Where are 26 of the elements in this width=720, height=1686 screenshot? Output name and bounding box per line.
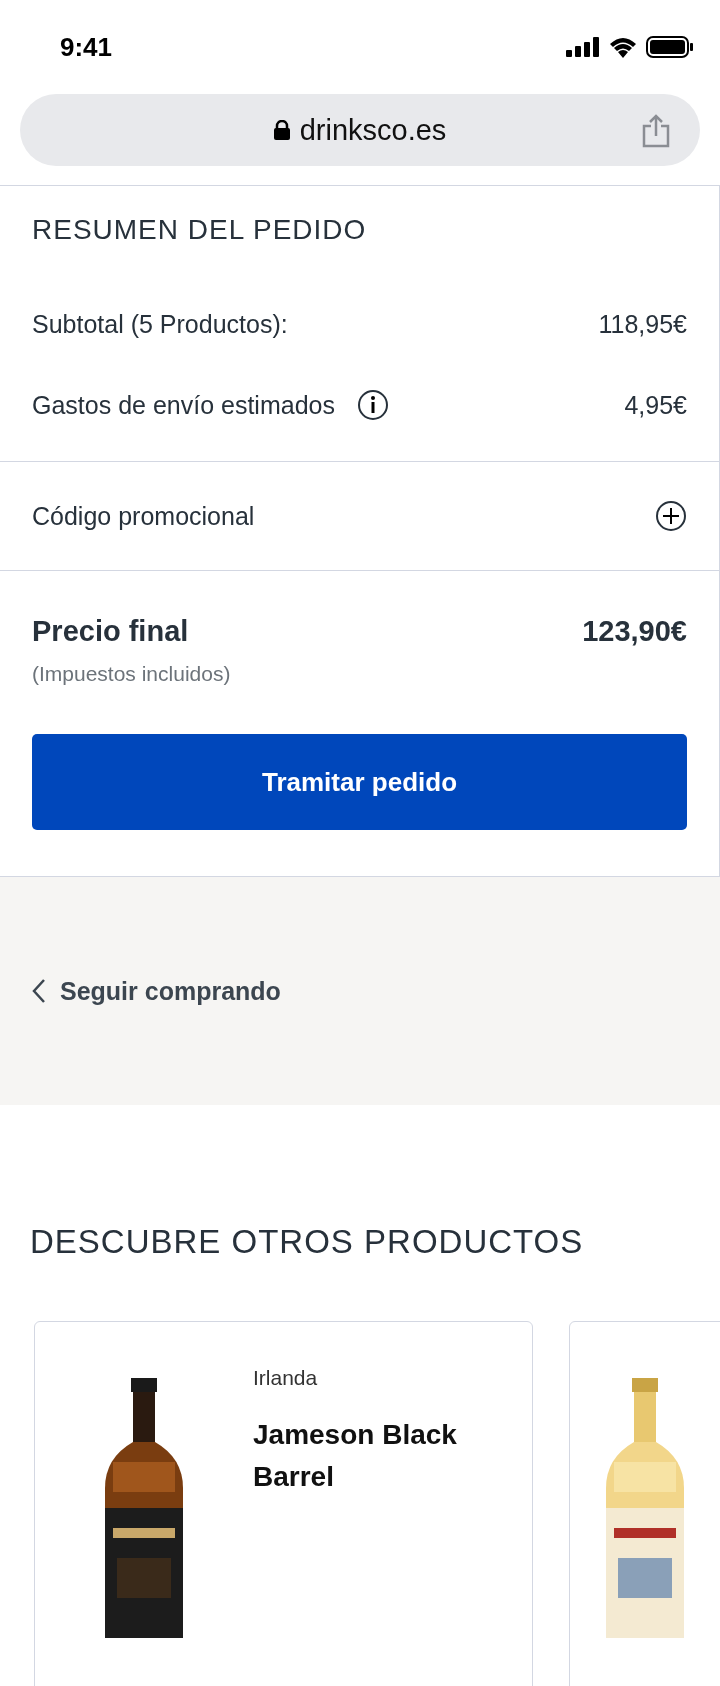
share-icon[interactable] <box>642 114 670 148</box>
url-text: drinksco.es <box>299 113 447 147</box>
status-time: 9:41 <box>60 31 113 63</box>
continue-shopping-link[interactable]: Seguir comprando <box>32 976 281 1006</box>
summary-label: Subtotal (5 Productos): <box>32 310 288 339</box>
product-name: Jameson Black Barrel <box>253 1418 458 1494</box>
summary-value: 118,95€ <box>598 310 687 339</box>
address-bar[interactable]: drinksco.es <box>20 94 700 166</box>
wifi-icon <box>608 36 638 58</box>
total-value: 123,90€ <box>582 615 687 648</box>
signal-icon <box>566 37 600 57</box>
plus-icon[interactable] <box>655 500 687 532</box>
checkout-button[interactable]: Tramitar pedido <box>32 734 687 830</box>
section-title: DESCUBRE OTROS PRODUCTOS <box>30 1223 585 1261</box>
summary-value: 4,95€ <box>624 390 687 420</box>
lock-icon <box>273 120 290 140</box>
summary-label: Gastos de envío estimados <box>32 390 335 420</box>
promo-label: Código promocional <box>32 501 255 531</box>
total-label: Precio final <box>32 615 189 648</box>
summary-title: RESUMEN DEL PEDIDO <box>32 214 368 246</box>
tax-note: (Impuestos incluidos) <box>32 662 232 686</box>
chevron-left-icon <box>32 978 46 1004</box>
product-card[interactable]: Irlanda Jameson Black Barrel <box>34 1321 533 1686</box>
product-origin: Irlanda <box>253 1366 319 1390</box>
info-icon[interactable] <box>356 389 389 421</box>
battery-icon <box>646 36 694 58</box>
